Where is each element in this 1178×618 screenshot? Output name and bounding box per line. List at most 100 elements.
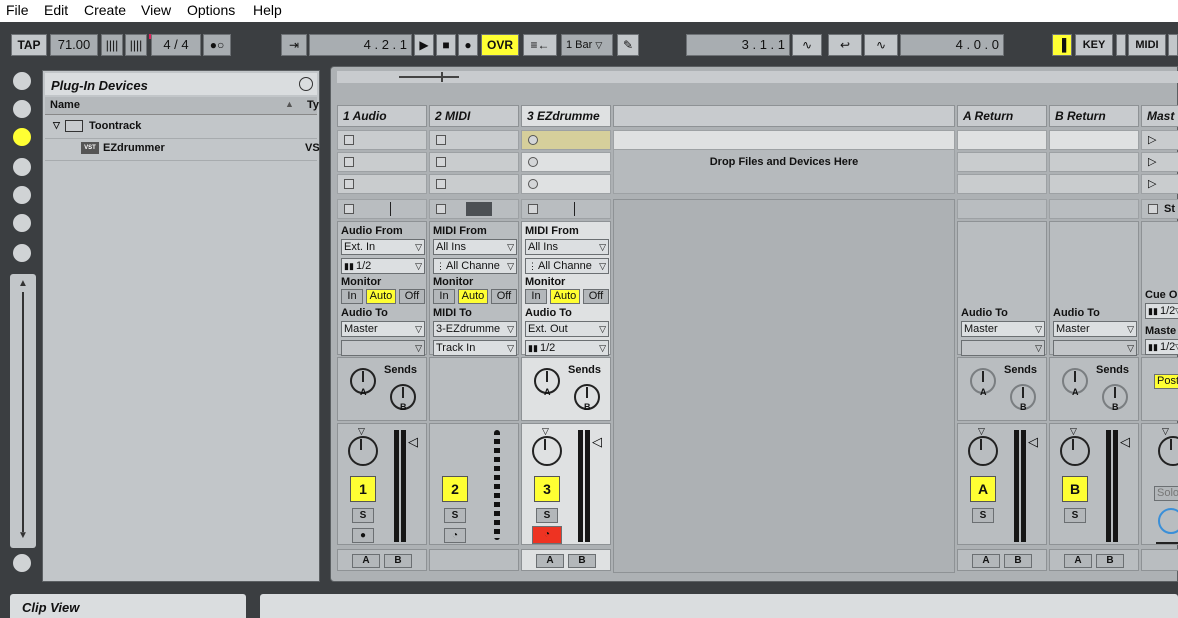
stop-clips-icon[interactable] bbox=[344, 204, 354, 214]
pan-knob[interactable] bbox=[968, 436, 998, 466]
track-activator-button[interactable]: 2 bbox=[442, 476, 468, 502]
track-activator-button[interactable]: 3 bbox=[534, 476, 560, 502]
expand-icon[interactable]: ▽ bbox=[53, 120, 60, 131]
crossfade-b-button[interactable]: B bbox=[568, 554, 596, 568]
output-channel-select[interactable]: Track In bbox=[433, 340, 517, 356]
arm-button[interactable]: ◔ bbox=[444, 528, 466, 543]
metronome-button[interactable]: ●○ bbox=[203, 34, 231, 56]
track-header-b-return[interactable]: B Return bbox=[1049, 105, 1139, 127]
crossfade-b-button[interactable]: B bbox=[384, 554, 412, 568]
sort-up-icon[interactable]: ▲ bbox=[285, 99, 294, 109]
output-type-select[interactable]: Ext. Out bbox=[525, 321, 609, 337]
list-item[interactable]: ▽ Toontrack bbox=[45, 116, 317, 139]
scene-play-icon[interactable]: ▷ bbox=[1148, 155, 1156, 168]
track-activator-button[interactable]: 1 bbox=[350, 476, 376, 502]
clip-slot[interactable] bbox=[521, 152, 611, 172]
menu-edit[interactable]: Edit bbox=[44, 2, 68, 18]
track-header-1-audio[interactable]: 1 Audio bbox=[337, 105, 427, 127]
crossfader-master[interactable] bbox=[1141, 549, 1178, 571]
clip-slot[interactable] bbox=[521, 174, 611, 194]
pan-knob[interactable] bbox=[1060, 436, 1090, 466]
output-channel-select[interactable] bbox=[961, 340, 1045, 356]
follow-button[interactable]: ⇥ bbox=[281, 34, 307, 56]
monitor-in-button[interactable]: In bbox=[433, 289, 455, 304]
key-map-button[interactable]: KEY bbox=[1075, 34, 1113, 56]
list-item[interactable]: VST EZdrummer VS bbox=[45, 138, 320, 161]
plugin-devices-icon[interactable] bbox=[11, 126, 33, 148]
track-stop-row[interactable] bbox=[337, 199, 427, 219]
arrangement-position-field[interactable]: 4 . 2 . 1 bbox=[309, 34, 412, 56]
output-type-select[interactable]: 3-EZdrumme bbox=[433, 321, 517, 337]
punch-out-button[interactable]: ∿ bbox=[864, 34, 898, 56]
tap-button[interactable]: TAP bbox=[11, 34, 47, 56]
track-stop-row[interactable] bbox=[521, 199, 611, 219]
clip-slot[interactable] bbox=[957, 152, 1047, 172]
clip-slot[interactable] bbox=[957, 130, 1047, 150]
monitor-in-button[interactable]: In bbox=[341, 289, 363, 304]
draw-mode-button[interactable]: ✎ bbox=[617, 34, 639, 56]
cue-out-select[interactable]: ▮▮ 1/2 bbox=[1145, 303, 1178, 319]
clip-record-icon[interactable] bbox=[528, 157, 538, 167]
output-channel-select[interactable] bbox=[1053, 340, 1137, 356]
clip-slot[interactable] bbox=[1049, 130, 1139, 150]
solo-button[interactable]: S bbox=[352, 508, 374, 523]
clip-slot[interactable] bbox=[1049, 174, 1139, 194]
clip-record-icon[interactable] bbox=[528, 179, 538, 189]
browser-search-icon[interactable] bbox=[299, 77, 313, 91]
clip-stop-icon[interactable] bbox=[344, 135, 354, 145]
crossfade-b-button[interactable]: B bbox=[1096, 554, 1124, 568]
crossfade-a-button[interactable]: A bbox=[352, 554, 380, 568]
track-activator-button[interactable]: B bbox=[1062, 476, 1088, 502]
menu-options[interactable]: Options bbox=[187, 2, 235, 18]
places-2-icon[interactable] bbox=[11, 184, 33, 206]
input-type-select[interactable]: All Ins bbox=[525, 239, 609, 255]
clip-slot[interactable] bbox=[337, 130, 427, 150]
live-devices-icon[interactable] bbox=[11, 70, 33, 92]
pan-knob[interactable] bbox=[532, 436, 562, 466]
monitor-off-button[interactable]: Off bbox=[491, 289, 517, 304]
monitor-auto-button[interactable]: Auto bbox=[366, 289, 396, 304]
groove-pool-icon[interactable] bbox=[11, 552, 33, 574]
clip-slot[interactable] bbox=[1049, 152, 1139, 172]
midi-map-button[interactable]: MIDI bbox=[1128, 34, 1166, 56]
input-type-select[interactable]: All Ins bbox=[433, 239, 517, 255]
stop-clips-icon[interactable] bbox=[436, 204, 446, 214]
places-3-icon[interactable] bbox=[11, 212, 33, 234]
automation-arm-button[interactable]: ≡← bbox=[523, 34, 557, 56]
monitor-off-button[interactable]: Off bbox=[583, 289, 609, 304]
solo-button[interactable]: S bbox=[444, 508, 466, 523]
input-channel-select[interactable]: ⋮ All Channe bbox=[525, 258, 609, 274]
plugins-icon[interactable] bbox=[11, 98, 33, 120]
solo-button[interactable]: S bbox=[972, 508, 994, 523]
crossfade-a-button[interactable]: A bbox=[536, 554, 564, 568]
clip-slot[interactable] bbox=[429, 174, 519, 194]
computer-midi-keyboard-button[interactable]: ▐ bbox=[1052, 34, 1072, 56]
clip-slot[interactable] bbox=[957, 174, 1047, 194]
overview-strip[interactable] bbox=[337, 71, 1178, 83]
solo-button[interactable]: S bbox=[536, 508, 558, 523]
clip-slot[interactable] bbox=[429, 130, 519, 150]
post-fader-button[interactable]: Post bbox=[1154, 374, 1178, 389]
master-pan-knob[interactable] bbox=[1158, 436, 1178, 466]
clip-view-title[interactable]: Clip View bbox=[10, 594, 246, 618]
track-header-master[interactable]: Mast bbox=[1141, 105, 1178, 127]
crossfade-a-button[interactable]: A bbox=[1064, 554, 1092, 568]
clip-stop-icon[interactable] bbox=[344, 179, 354, 189]
scroll-up-icon[interactable]: ▲ bbox=[18, 278, 28, 289]
crossfade-b-button[interactable]: B bbox=[1004, 554, 1032, 568]
scene-launch[interactable]: ▷ bbox=[1141, 174, 1178, 194]
menu-file[interactable]: File bbox=[6, 2, 29, 18]
clip-slot[interactable] bbox=[337, 174, 427, 194]
column-name[interactable]: Name bbox=[50, 99, 80, 111]
clip-stop-icon[interactable] bbox=[436, 179, 446, 189]
overdub-button[interactable]: OVR bbox=[481, 34, 519, 56]
input-type-select[interactable]: Ext. In bbox=[341, 239, 425, 255]
output-type-select[interactable]: Master bbox=[961, 321, 1045, 337]
stop-clips-icon[interactable] bbox=[528, 204, 538, 214]
track-header-2-midi[interactable]: 2 MIDI bbox=[429, 105, 519, 127]
stop-all-icon[interactable] bbox=[1148, 204, 1158, 214]
volume-slider-icon[interactable]: ◁ bbox=[1028, 434, 1038, 450]
places-1-icon[interactable] bbox=[11, 156, 33, 178]
browser-scrollbar[interactable]: ▲ ▼ bbox=[10, 274, 36, 548]
monitor-off-button[interactable]: Off bbox=[399, 289, 425, 304]
